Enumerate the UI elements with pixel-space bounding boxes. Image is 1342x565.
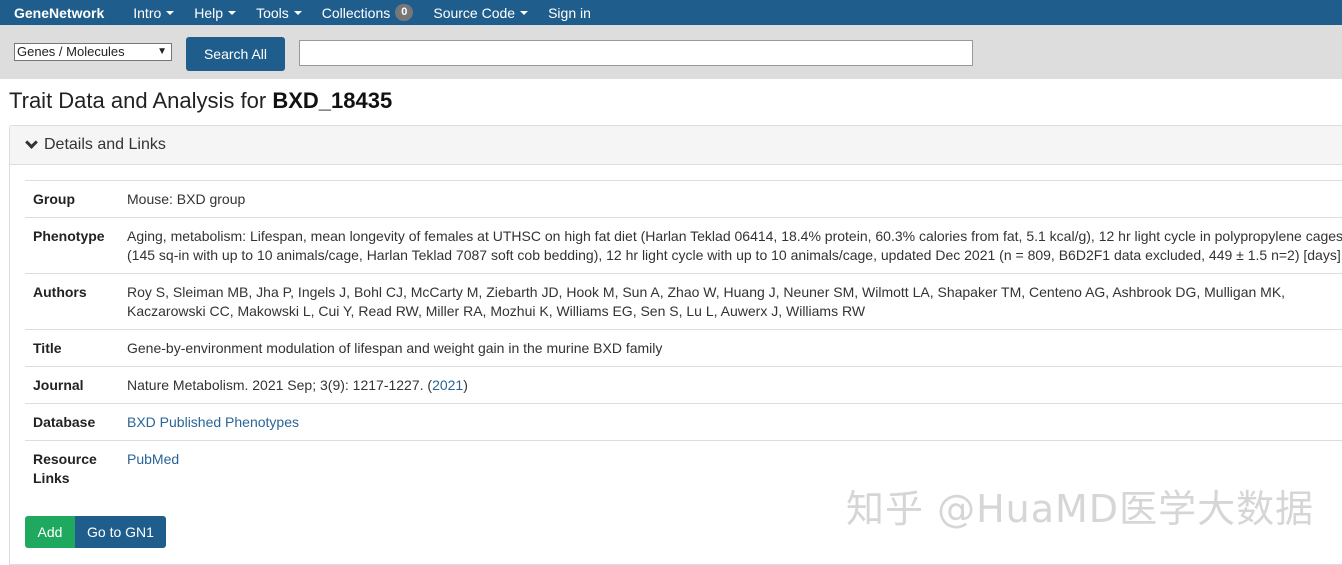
chevron-down-icon <box>25 136 38 149</box>
caret-down-icon <box>293 11 302 15</box>
nav-sign-in-label: Sign in <box>548 4 591 21</box>
title-label: Title <box>25 329 127 367</box>
panel-heading-label: Details and Links <box>44 136 166 153</box>
group-label: Group <box>25 180 127 218</box>
group-value: Mouse: BXD group <box>127 180 1342 218</box>
resource-links-label-line-1: Resource <box>33 451 97 467</box>
page-title-prefix: Trait Data and Analysis for <box>9 88 273 113</box>
details-table: Group Mouse: BXD group Phenotype Aging, … <box>25 180 1342 496</box>
nav-sign-in[interactable]: Sign in <box>548 5 591 21</box>
title-value: Gene-by-environment modulation of lifesp… <box>127 329 1342 367</box>
search-bar: Genes / Molecules ▼ Search All <box>0 25 1342 79</box>
caret-down-icon <box>228 11 237 15</box>
authors-line-2: Kaczarowski CC, Makowski L, Cui Y, Read … <box>127 303 866 319</box>
table-row-journal: Journal Nature Metabolism. 2021 Sep; 3(9… <box>25 366 1342 404</box>
collections-count-badge: 0 <box>395 4 414 21</box>
journal-year-link[interactable]: 2021 <box>432 377 463 393</box>
trait-id: BXD_18435 <box>272 88 393 113</box>
search-input[interactable] <box>299 40 973 66</box>
details-panel-toggle[interactable]: Details and Links <box>10 126 1342 165</box>
nav-help[interactable]: Help <box>194 4 237 21</box>
journal-label: Journal <box>25 366 127 404</box>
search-all-button[interactable]: Search All <box>186 37 285 71</box>
table-row-title: Title Gene-by-environment modulation of … <box>25 329 1342 367</box>
authors-value: Roy S, Sleiman MB, Jha P, Ingels J, Bohl… <box>127 273 1342 330</box>
paren-close: ) <box>463 377 468 393</box>
search-type-value: Genes / Molecules <box>17 44 125 59</box>
journal-citation: Nature Metabolism. 2021 Sep; 3(9): 1217-… <box>127 377 428 393</box>
top-navbar: GeneNetwork Intro Help Tools Collections… <box>0 0 1342 25</box>
phenotype-line-2: (145 sq-in with up to 10 animals/cage, H… <box>127 247 1341 263</box>
resource-links-label-line-2: Links <box>33 470 70 486</box>
search-type-select[interactable]: Genes / Molecules ▼ <box>14 43 172 61</box>
database-value: BXD Published Phenotypes <box>127 403 1342 441</box>
table-row-database: Database BXD Published Phenotypes <box>25 403 1342 441</box>
nav-intro-label: Intro <box>133 4 162 21</box>
authors-label: Authors <box>25 273 127 330</box>
phenotype-label: Phenotype <box>25 217 127 274</box>
go-to-gn1-button[interactable]: Go to GN1 <box>75 516 166 548</box>
resource-links-label: Resource Links <box>25 440 127 496</box>
chevron-down-icon: ▼ <box>157 46 167 57</box>
journal-value: Nature Metabolism. 2021 Sep; 3(9): 1217-… <box>127 366 1342 404</box>
phenotype-value: Aging, metabolism: Lifespan, mean longev… <box>127 217 1342 274</box>
page-title: Trait Data and Analysis for BXD_18435 <box>9 88 392 114</box>
pubmed-link[interactable]: PubMed <box>127 451 179 467</box>
nav-intro[interactable]: Intro <box>133 4 175 21</box>
table-row-authors: Authors Roy S, Sleiman MB, Jha P, Ingels… <box>25 273 1342 330</box>
nav-help-label: Help <box>194 4 224 21</box>
nav-collections[interactable]: Collections 0 <box>322 4 414 21</box>
nav-tools[interactable]: Tools <box>256 5 302 21</box>
brand-logo-link[interactable]: GeneNetwork <box>14 5 104 21</box>
nav-tools-label: Tools <box>256 4 289 21</box>
nav-source-code-label: Source Code <box>433 4 516 21</box>
database-label: Database <box>25 403 127 441</box>
caret-down-icon <box>166 11 175 15</box>
table-row-group: Group Mouse: BXD group <box>25 180 1342 218</box>
nav-collections-label: Collections <box>321 4 391 21</box>
table-row-phenotype: Phenotype Aging, metabolism: Lifespan, m… <box>25 217 1342 274</box>
caret-down-icon <box>520 11 529 15</box>
add-button[interactable]: Add <box>25 516 75 548</box>
phenotype-line-1: Aging, metabolism: Lifespan, mean longev… <box>127 228 1342 244</box>
database-link[interactable]: BXD Published Phenotypes <box>127 414 299 430</box>
nav-source-code[interactable]: Source Code <box>433 4 529 21</box>
authors-line-1: Roy S, Sleiman MB, Jha P, Ingels J, Bohl… <box>127 284 1286 300</box>
watermark: 知乎 @HuaMD医学大数据 <box>846 487 1315 531</box>
